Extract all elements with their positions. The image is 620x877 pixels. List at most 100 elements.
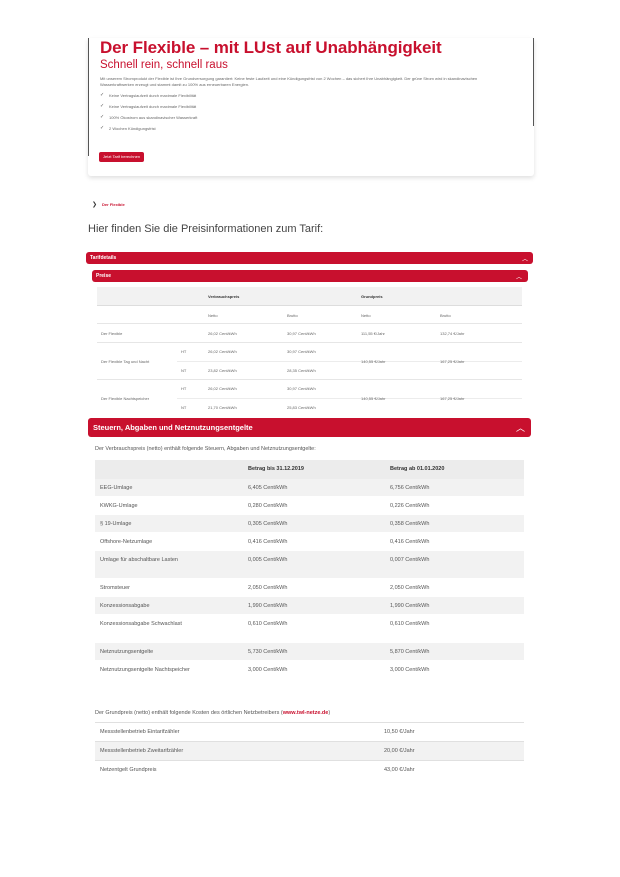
accordion-label: Preise xyxy=(96,273,112,279)
table-row: Der Flexible Nachtspeicher HT 26,02 Cent… xyxy=(97,380,522,416)
feature-item: ✓ Keine Vertragslaufzeit durch maximale F… xyxy=(100,93,197,104)
tax-value: 0,305 Cent/kWh xyxy=(248,521,288,527)
grundpreis-intro-suffix: ) xyxy=(328,710,331,716)
tax-value: 0,610 Cent/kWh xyxy=(248,621,288,627)
tax-value: 3,000 Cent/kWh xyxy=(248,667,288,673)
tax-name: Konzessionsabgabe xyxy=(100,603,150,609)
tariff-zone: NT xyxy=(181,405,187,410)
section-heading: Hier finden Sie die Preisinformationen z… xyxy=(88,223,324,235)
tax-name: Netznutzungsentgelte Nachtspeicher xyxy=(100,667,190,673)
check-icon: ✓ xyxy=(100,114,105,120)
price-value: 26,02 Cent/kWh xyxy=(208,331,237,336)
tax-value: 3,000 Cent/kWh xyxy=(390,667,430,673)
tax-intro: Der Verbrauchspreis (netto) enthält folg… xyxy=(95,446,316,452)
product-name: Der Flexible xyxy=(101,331,123,336)
table-row: Der Flexible Tag und Nacht HT 26,02 Cent… xyxy=(97,343,522,380)
price-table-subheader: Netto Brutto Netto Brutto xyxy=(97,306,522,324)
tax-table: Betrag bis 31.12.2019 Betrag ab 01.01.20… xyxy=(95,460,524,689)
price-value: 28,35 Cent/kWh xyxy=(287,368,316,373)
header-verbrauchspreis: Verbrauchspreis xyxy=(208,294,240,299)
hero-card: Der Flexible – mit LUst auf Unabhängigke… xyxy=(88,38,534,176)
price-value: 21,70 Cent/kWh xyxy=(208,405,237,410)
header-betrag-2019: Betrag bis 31.12.2019 xyxy=(248,466,304,472)
price-table-header: Verbrauchspreis Grundpreis xyxy=(97,287,522,306)
feature-item: ✓ 2 Wochen Kündigungsfrist xyxy=(100,126,197,137)
price-value: 26,02 Cent/kWh xyxy=(208,386,237,391)
table-row: Netznutzungsentgelte Nachtspeicher 3,000 … xyxy=(95,661,524,689)
product-name: Der Flexible Nachtspeicher xyxy=(101,396,150,401)
table-row: Konzessionsabgabe Schwachlast 0,610 Cent/… xyxy=(95,615,524,643)
accordion-preise[interactable]: Preise ︿ xyxy=(92,270,528,282)
table-row: KWKG-Umlage 0,280 Cent/kWh 0,226 Cent/kWh xyxy=(95,497,524,515)
price-value: 30,97 Cent/kWh xyxy=(287,349,316,354)
chevron-right-icon: ❯ xyxy=(92,202,98,208)
feature-text: 2 Wochen Kündigungsfrist xyxy=(109,126,156,131)
table-row: § 19-Umlage 0,305 Cent/kWh 0,358 Cent/kWh xyxy=(95,515,524,533)
feature-text: 100% Ökostrom aus skandinavischer Wasser… xyxy=(109,115,198,120)
price-value: 167,25 €/Jahr xyxy=(440,359,465,364)
feature-text: Keine Vertragslaufzeit durch maximale Fl… xyxy=(109,93,197,98)
grundpreis-table: Messstellenbetrieb Eintarifzähler 10,50 €… xyxy=(95,722,524,779)
table-row: Konzessionsabgabe 1,990 Cent/kWh 1,990 Cen… xyxy=(95,597,524,615)
table-row: EEG-Umlage 6,405 Cent/kWh 6,756 Cent/kWh xyxy=(95,479,524,497)
caret-up-icon: ︿ xyxy=(515,274,522,281)
table-row: Stromsteuer 2,050 Cent/kWh 2,050 Cent/kWh xyxy=(95,579,524,597)
tax-name: Konzessionsabgabe Schwachlast xyxy=(100,621,182,627)
tax-value: 5,730 Cent/kWh xyxy=(248,649,288,655)
header-betrag-2020: Betrag ab 01.01.2020 xyxy=(390,466,445,472)
price-value: 132,74 €/Jahr xyxy=(440,331,465,336)
price-value: 23,82 Cent/kWh xyxy=(208,368,237,373)
subheader-brutto: Brutto xyxy=(440,313,451,318)
tax-value: 0,416 Cent/kWh xyxy=(248,539,288,545)
table-row: Netzentgelt Grundpreis 43,00 €/Jahr xyxy=(95,760,524,779)
tax-name: § 19-Umlage xyxy=(100,521,132,527)
breadcrumb: ❯ Der Flexible xyxy=(92,201,125,208)
price-value: 30,97 Cent/kWh xyxy=(287,331,316,336)
feature-list: ✓ Keine Vertragslaufzeit durch maximale F… xyxy=(100,93,197,137)
table-row: Netznutzungsentgelte 5,730 Cent/kWh 5,870 … xyxy=(95,643,524,661)
table-row: Messstellenbetrieb Zweitarifzähler 20,00 … xyxy=(95,741,524,760)
tax-value: 2,050 Cent/kWh xyxy=(248,585,288,591)
accordion-steuern[interactable]: Steuern, Abgaben und Netznutzungsentgelt… xyxy=(88,418,531,437)
tax-value: 6,756 Cent/kWh xyxy=(390,485,430,491)
feature-text: Keine Vertragslaufzeit durch maximale Fl… xyxy=(109,104,197,109)
tax-value: 0,358 Cent/kWh xyxy=(390,521,430,527)
table-row: Der Flexible 26,02 Cent/kWh 30,97 Cent/k… xyxy=(97,324,522,343)
breadcrumb-link[interactable]: Der Flexible xyxy=(102,202,125,207)
feature-item: ✓ Keine Vertragslaufzeit durch maximale F… xyxy=(100,104,197,115)
tax-value: 1,990 Cent/kWh xyxy=(248,603,288,609)
tax-value: 0,226 Cent/kWh xyxy=(390,503,430,509)
grundpreis-intro: Der Grundpreis (netto) enthält folgende … xyxy=(95,710,330,716)
tax-value: 0,007 Cent/kWh xyxy=(390,557,430,563)
calculate-tariff-button[interactable]: Jetzt Tarif berechnen xyxy=(99,152,145,162)
subheader-netto: Netto xyxy=(208,313,218,318)
accordion-label: Steuern, Abgaben und Netznutzungsentgelt… xyxy=(93,423,253,432)
feature-item: ✓ 100% Ökostrom aus skandinavischer Wasse… xyxy=(100,115,197,126)
table-row: Offshore-Netzumlage 0,416 Cent/kWh 0,416 C… xyxy=(95,533,524,551)
tax-value: 0,416 Cent/kWh xyxy=(390,539,430,545)
accordion-label: Tarifdetails xyxy=(90,255,117,261)
tax-value: 0,280 Cent/kWh xyxy=(248,503,288,509)
grundpreis-intro-text: Der Grundpreis (netto) enthält folgende … xyxy=(95,710,283,716)
hero-description: Mit unserem Stromprodukt der Flexible is… xyxy=(100,76,478,87)
check-icon: ✓ xyxy=(100,92,105,98)
tariff-zone: HT xyxy=(181,386,187,391)
hero-subtitle: Schnell rein, schnell raus xyxy=(100,59,228,71)
check-icon: ✓ xyxy=(100,103,105,109)
row-divider xyxy=(177,398,522,399)
tax-name: EEG-Umlage xyxy=(100,485,133,491)
cost-name: Netzentgelt Grundpreis xyxy=(100,767,157,773)
header-grundpreis: Grundpreis xyxy=(361,294,383,299)
cost-name: Messstellenbetrieb Zweitarifzähler xyxy=(100,748,184,754)
row-divider xyxy=(177,361,522,362)
tax-value: 0,610 Cent/kWh xyxy=(390,621,430,627)
tariff-zone: HT xyxy=(181,349,187,354)
cost-value: 20,00 €/Jahr xyxy=(384,748,415,754)
tax-name: Umlage für abschaltbare Lasten xyxy=(100,557,178,563)
tax-value: 6,405 Cent/kWh xyxy=(248,485,288,491)
hero-title: Der Flexible – mit LUst auf Unabhängigke… xyxy=(100,38,442,57)
accordion-tarifdetails[interactable]: Tarifdetails ︿ xyxy=(86,252,533,264)
tax-value: 0,005 Cent/kWh xyxy=(248,557,288,563)
tariff-zone: NT xyxy=(181,368,187,373)
netze-link[interactable]: www.twl-netze.de xyxy=(283,710,329,716)
